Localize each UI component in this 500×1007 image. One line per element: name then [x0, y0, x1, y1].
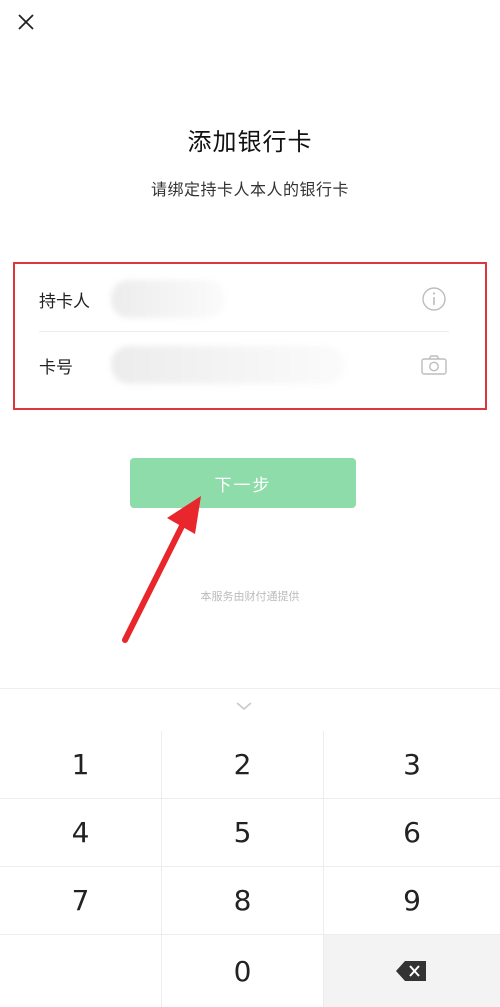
- service-provider-note: 本服务由财付通提供: [200, 590, 300, 603]
- key-8[interactable]: 8: [162, 867, 324, 935]
- row-divider: [39, 331, 449, 332]
- key-0[interactable]: 0: [162, 935, 324, 1007]
- camera-icon[interactable]: [419, 350, 449, 380]
- key-6[interactable]: 6: [324, 799, 500, 867]
- close-icon: [18, 14, 34, 30]
- next-button[interactable]: 下一步: [130, 458, 356, 508]
- cardholder-label: 持卡人: [39, 291, 90, 312]
- card-number-input[interactable]: [111, 346, 345, 384]
- key-9[interactable]: 9: [324, 867, 500, 935]
- key-4[interactable]: 4: [0, 799, 162, 867]
- bank-card-form: 持卡人 卡号: [13, 262, 487, 410]
- info-icon[interactable]: [419, 284, 449, 314]
- card-number-row: 卡号: [15, 334, 485, 396]
- delete-key[interactable]: [324, 935, 500, 1007]
- page-subtitle: 请绑定持卡人本人的银行卡: [150, 180, 349, 199]
- key-3[interactable]: 3: [324, 731, 500, 799]
- cardholder-row: 持卡人: [15, 268, 485, 330]
- backspace-icon: [396, 961, 426, 981]
- card-number-label: 卡号: [39, 357, 73, 378]
- page-title: 添加银行卡: [187, 128, 313, 156]
- key-blank: [0, 935, 162, 1007]
- close-button[interactable]: [12, 8, 40, 36]
- key-2[interactable]: 2: [162, 731, 324, 799]
- key-7[interactable]: 7: [0, 867, 162, 935]
- key-5[interactable]: 5: [162, 799, 324, 867]
- cardholder-input[interactable]: [111, 280, 225, 318]
- numeric-keyboard: 1 2 3 4 5 6 7 8 9 0: [0, 688, 500, 1007]
- chevron-down-icon[interactable]: [234, 699, 254, 713]
- key-1[interactable]: 1: [0, 731, 162, 799]
